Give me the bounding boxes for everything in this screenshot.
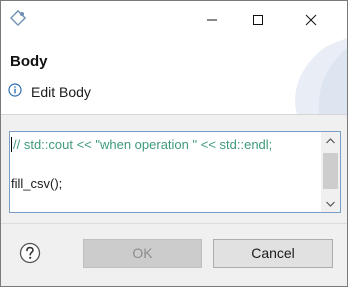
banner-graphic [295,38,347,114]
editor-line-comment: // std::cout << "when operation " << std… [11,137,272,152]
comment-text: // std::cout << "when operation " << std… [13,137,273,152]
footer-divider [1,223,347,224]
minimize-icon [207,19,217,21]
header-divider [1,114,347,115]
scroll-up-button[interactable] [321,132,340,149]
info-icon [8,83,22,97]
body-dialog: Body Edit Body // std::cout << "when ope… [0,0,348,287]
scroll-down-button[interactable] [321,195,340,212]
text-caret [11,137,12,152]
dialog-title: Body [10,53,48,70]
body-editor[interactable]: // std::cout << "when operation " << std… [9,131,341,213]
help-icon[interactable] [19,242,41,264]
scroll-thumb[interactable] [323,153,338,189]
ok-button[interactable]: OK [83,239,202,268]
cancel-button[interactable]: Cancel [213,239,333,268]
editor-text-area[interactable]: // std::cout << "when operation " << std… [10,132,318,212]
editor-line-code: fill_csv(); [11,176,63,191]
close-button[interactable] [281,1,347,38]
dialog-header: Body Edit Body [1,38,347,114]
maximize-button[interactable] [235,1,281,38]
app-icon [10,10,27,27]
chevron-up-icon [326,138,335,144]
maximize-icon [253,15,263,25]
chevron-down-icon [326,201,335,207]
dialog-message: Edit Body [31,84,91,100]
vertical-scrollbar[interactable] [321,132,340,212]
close-icon [305,14,317,26]
title-bar [1,1,347,38]
minimize-button[interactable] [189,1,235,38]
